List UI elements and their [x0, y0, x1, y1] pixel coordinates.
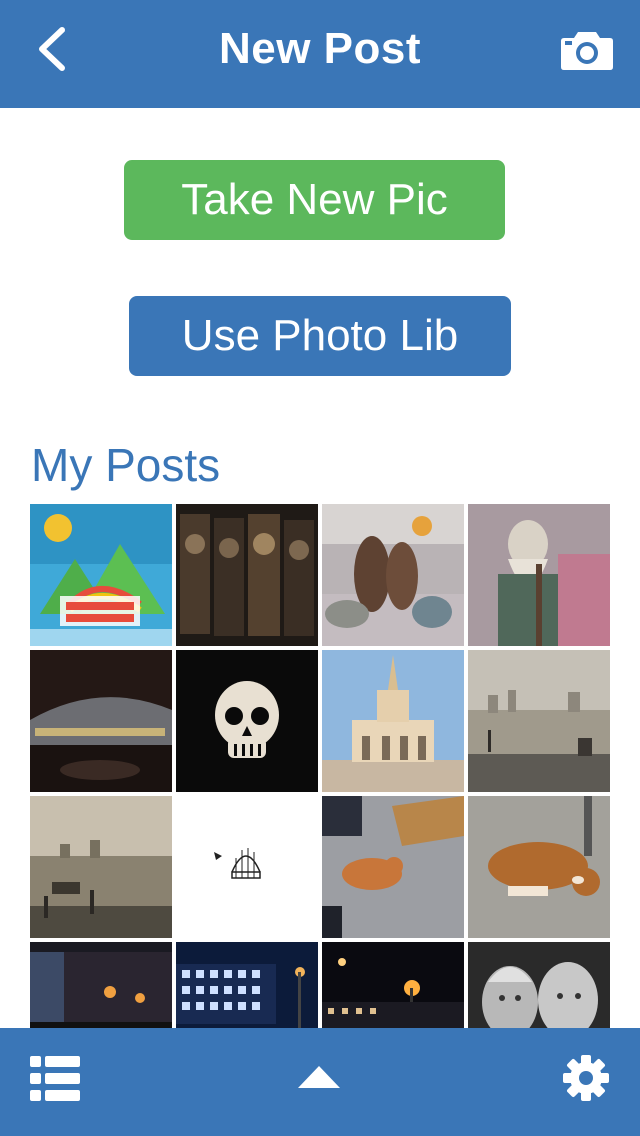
list-button[interactable]: [30, 1056, 80, 1102]
post-thumbnail-campus-night[interactable]: [30, 942, 172, 1028]
page-title: New Post: [218, 24, 422, 73]
post-thumbnail-skull-art[interactable]: [176, 650, 318, 792]
scroll-up-button[interactable]: [296, 1064, 342, 1090]
post-thumbnail-monument-building[interactable]: [322, 650, 464, 792]
post-thumbnail-lake-sunset[interactable]: [30, 796, 172, 938]
list-icon: [30, 1056, 80, 1101]
post-thumbnail-birdcage-drawing[interactable]: [176, 796, 318, 938]
post-thumbnail-street-night[interactable]: [322, 942, 464, 1028]
post-thumbnail-movie-posters[interactable]: [176, 504, 318, 646]
post-thumbnail-wizard-figure[interactable]: [468, 504, 610, 646]
post-thumbnail-building-night[interactable]: [176, 942, 318, 1028]
post-thumbnail-dog-sleeping[interactable]: [468, 796, 610, 938]
my-posts-title: My Posts: [31, 439, 221, 491]
post-thumbnail-stadium-night[interactable]: [30, 650, 172, 792]
posts-grid: [30, 504, 610, 1028]
triangle-up-icon: [298, 1066, 340, 1088]
use-photo-lib-button[interactable]: Use Photo Lib: [129, 296, 511, 376]
bottom-tab-bar: [0, 1028, 640, 1136]
nav-bar: New Post: [0, 0, 640, 108]
take-new-pic-button[interactable]: Take New Pic: [124, 160, 505, 240]
post-thumbnail-lake-morning[interactable]: [468, 650, 610, 792]
camera-icon: [561, 32, 613, 70]
settings-button[interactable]: [562, 1052, 610, 1104]
post-thumbnail-figurines[interactable]: [322, 504, 464, 646]
post-thumbnail-dog-playing[interactable]: [322, 796, 464, 938]
post-thumbnail-birthday-card[interactable]: [30, 504, 172, 646]
camera-button[interactable]: [560, 26, 614, 74]
gear-icon: [563, 1055, 609, 1101]
post-thumbnail-two-men-bw[interactable]: [468, 942, 610, 1028]
